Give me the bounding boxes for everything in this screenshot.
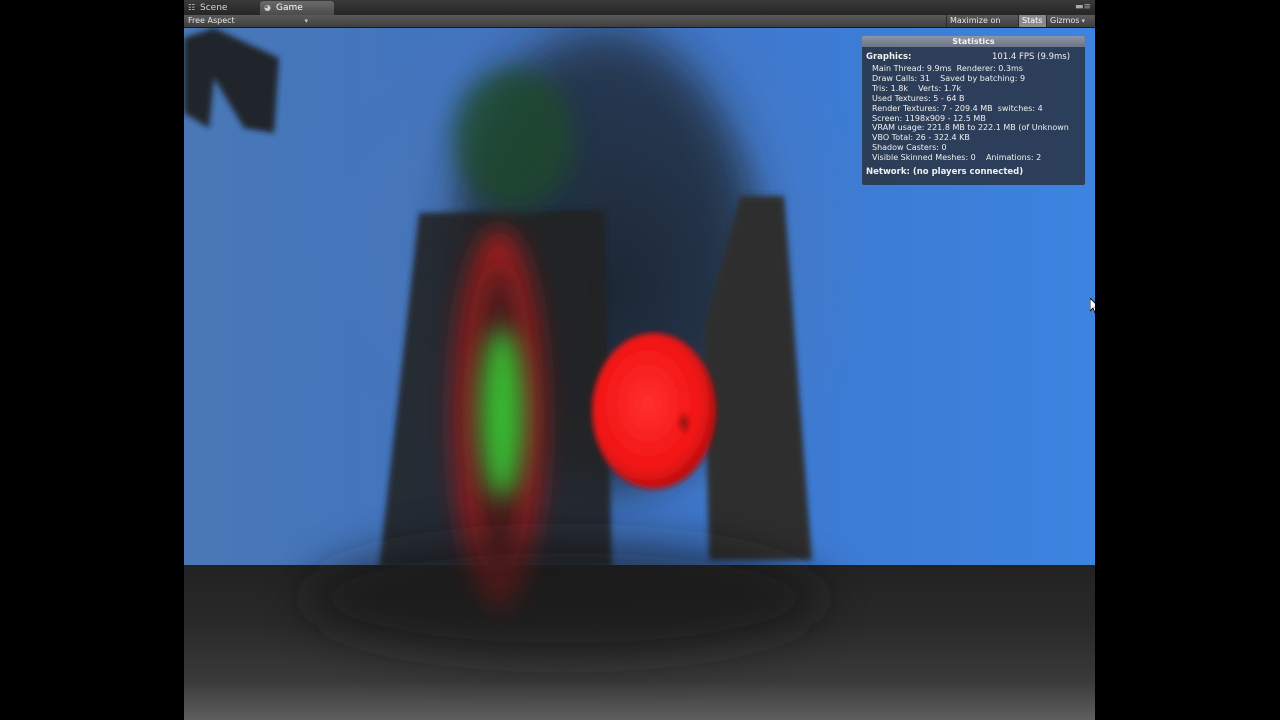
statistics-panel: Statistics Graphics: 101.4 FPS (9.9ms) M…	[861, 35, 1086, 186]
stats-line-render-textures: Render Textures: 7 - 209.4 MB switches: …	[866, 104, 1081, 114]
game-icon: ◕	[264, 3, 271, 12]
verts-stat: Verts: 1.7k	[918, 83, 962, 93]
gizmos-button[interactable]: Gizmos ▾	[1046, 15, 1095, 27]
stats-line-drawcalls: Draw Calls: 31 Saved by batching: 9	[866, 74, 1081, 84]
fps-value: 101.4 FPS (9.9ms)	[992, 52, 1071, 62]
graphics-label: Graphics:	[866, 52, 912, 62]
animations-stat: Animations: 2	[985, 153, 1042, 163]
draw-calls-stat: Draw Calls: 31	[872, 73, 930, 83]
batching-stat: Saved by batching: 9	[940, 73, 1026, 83]
main-thread-stat: Main Thread: 9.9ms	[872, 64, 952, 73]
stats-line-threads: Main Thread: 9.9ms Renderer: 0.3ms	[866, 64, 1081, 74]
switches-stat: switches: 4	[997, 103, 1043, 113]
tab-scene-label: Scene	[200, 3, 228, 13]
shadow-casters-stat: Shadow Casters: 0	[872, 143, 947, 153]
used-textures-stat: Used Textures: 5 - 64 B	[872, 93, 965, 103]
game-toolbar: Free Aspect ▾ Maximize on Play Stats Giz…	[184, 15, 1095, 37]
vram-stat: VRAM usage: 221.8 MB to 222.1 MB (of Unk…	[872, 123, 1069, 133]
dropdown-arrow-icon: ▾	[1081, 17, 1085, 25]
debris-shape	[184, 28, 279, 133]
green-smoke	[454, 68, 574, 208]
gizmos-label: Gizmos	[1050, 16, 1080, 25]
window-menu-icon[interactable]: ▬≡	[1075, 3, 1091, 12]
game-view-window: ☷ Scene ◕ Game ▬≡ Free Aspect ▾ Maximize o…	[184, 0, 1095, 720]
aspect-dropdown[interactable]: Free Aspect ▾	[188, 15, 310, 27]
vbo-stat: VBO Total: 26 - 322.4 KB	[872, 133, 970, 143]
tab-game-label: Game	[276, 3, 303, 13]
tab-scene[interactable]: ☷ Scene	[184, 1, 258, 15]
visible-skinned-stat: Visible Skinned Meshes: 0	[872, 153, 976, 163]
mouse-cursor-icon	[1090, 298, 1095, 314]
graphics-row: Graphics: 101.4 FPS (9.9ms)	[866, 50, 1081, 64]
aspect-label: Free Aspect	[188, 16, 235, 25]
tris-stat: Tris: 1.8k	[872, 83, 908, 93]
tab-bar: ☷ Scene ◕ Game ▬≡	[184, 0, 1095, 16]
dropdown-arrow-icon: ▾	[304, 17, 308, 25]
green-glow	[480, 328, 524, 498]
stats-button[interactable]: Stats	[1018, 15, 1046, 27]
stats-line-skinned: Visible Skinned Meshes: 0 Animations: 2	[866, 153, 1081, 163]
maximize-on-play-button[interactable]: Maximize on Play	[946, 15, 1018, 37]
statistics-title: Statistics	[862, 36, 1085, 47]
tab-game[interactable]: ◕ Game	[260, 1, 334, 15]
red-sphere	[592, 333, 716, 489]
render-textures-stat: Render Textures: 7 - 209.4 MB	[872, 103, 993, 113]
renderer-stat: Renderer: 0.3ms	[956, 64, 1023, 73]
stats-line-geometry: Tris: 1.8k Verts: 1.7k	[866, 84, 1081, 94]
scene-icon: ☷	[188, 3, 196, 12]
screen-stat: Screen: 1198x909 - 12.5 MB	[872, 113, 986, 123]
network-status: Network: (no players connected)	[866, 167, 1024, 178]
